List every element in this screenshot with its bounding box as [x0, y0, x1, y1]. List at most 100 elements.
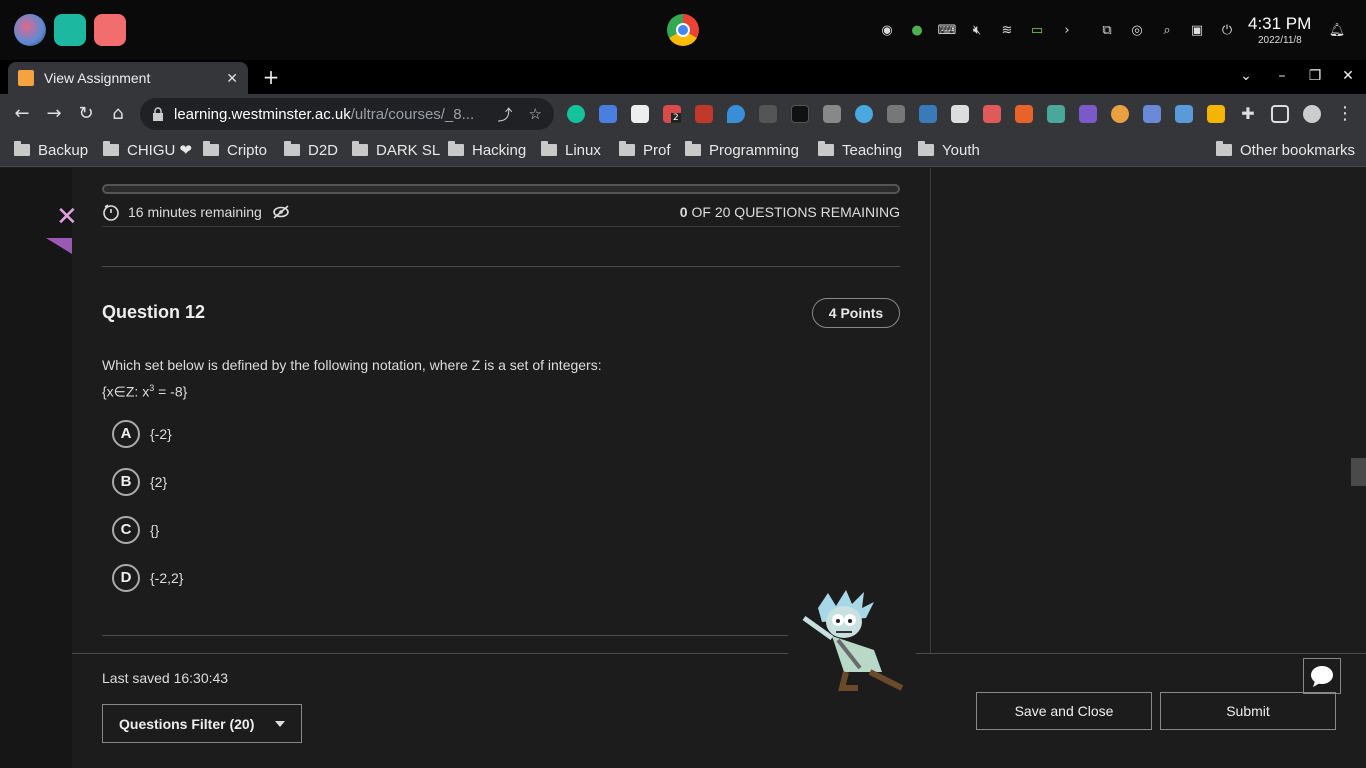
- mute-icon[interactable]: 🔇︎: [966, 20, 988, 40]
- os-top-bar: ◉ ● ⌨ 🔇︎ ≋ ▭ › ⧉ ◎ ⌕ ▣ ⏻ 4:31 PM 2022/11…: [0, 0, 1366, 60]
- bookmark-chigu[interactable]: CHIGU ❤: [103, 140, 192, 160]
- lock-icon: [153, 107, 163, 121]
- scrollbar-thumb[interactable]: [1351, 458, 1366, 486]
- remaining-count: 0: [679, 204, 688, 220]
- folder-icon: [103, 141, 119, 156]
- chevron-down-icon[interactable]: ⌄: [1236, 68, 1256, 86]
- location-pin-icon[interactable]: [727, 105, 745, 123]
- pencil-icon: [18, 70, 34, 86]
- chrome-tray-icon[interactable]: ●: [906, 20, 928, 40]
- bookmarks-bar: Backup CHIGU ❤ Cripto D2D DARK SL Hackin…: [0, 134, 1366, 167]
- answer-option-c[interactable]: C {}: [112, 516, 159, 544]
- progress-bar: [102, 184, 900, 194]
- translate-icon[interactable]: [599, 105, 617, 123]
- bookmark-hacking[interactable]: Hacking: [448, 140, 526, 160]
- folder-icon: [541, 141, 557, 156]
- clock-time[interactable]: 4:31 PM: [1248, 14, 1311, 34]
- close-icon[interactable]: ✕: [226, 70, 238, 87]
- footer-divider: [916, 653, 1366, 654]
- launcher-icon[interactable]: [14, 14, 46, 46]
- power-icon[interactable]: ⏻: [1216, 20, 1238, 40]
- keyboard-layout-icon[interactable]: ▣: [1186, 20, 1208, 40]
- bell-icon[interactable]: 🔔︎: [1326, 20, 1348, 40]
- circles-icon[interactable]: [1207, 105, 1225, 123]
- folder-icon: [284, 141, 300, 156]
- heart-icon[interactable]: [855, 105, 873, 123]
- bookmark-prof[interactable]: Prof: [619, 140, 671, 160]
- folder-icon: [1216, 141, 1232, 156]
- address-bar[interactable]: learning.westminster.ac.uk/ultra/courses…: [140, 98, 554, 130]
- bookmark-d2d[interactable]: D2D: [284, 140, 338, 160]
- bookmark-programming[interactable]: Programming: [685, 140, 799, 160]
- reload-icon[interactable]: ↻: [76, 104, 96, 124]
- back-icon[interactable]: ←: [12, 104, 32, 124]
- hat-icon[interactable]: [759, 105, 777, 123]
- folder-icon: [448, 141, 464, 156]
- profile-avatar[interactable]: [1303, 105, 1321, 123]
- feather-icon[interactable]: [887, 105, 905, 123]
- minimize-icon[interactable]: –: [1272, 68, 1292, 86]
- restore-icon[interactable]: ❐: [1305, 68, 1325, 86]
- owl-icon[interactable]: [1047, 105, 1065, 123]
- bookmark-youth[interactable]: Youth: [918, 140, 980, 160]
- extension-off-icon[interactable]: [1175, 105, 1193, 123]
- questions-filter-dropdown[interactable]: Questions Filter (20): [102, 704, 302, 743]
- eye-hidden-icon[interactable]: [272, 205, 290, 219]
- forward-icon[interactable]: →: [44, 104, 64, 124]
- mask-icon[interactable]: [823, 105, 841, 123]
- sidepanel-icon[interactable]: [1271, 105, 1289, 123]
- app-icon-dashboard[interactable]: [94, 14, 126, 46]
- activity-icon[interactable]: ◎: [1126, 20, 1148, 40]
- submit-button[interactable]: Submit: [1160, 692, 1336, 730]
- url-host: learning.westminster.ac.uk: [174, 105, 351, 123]
- cube-icon[interactable]: [1079, 105, 1097, 123]
- gmail-icon[interactable]: ◉: [876, 20, 898, 40]
- window-close-icon[interactable]: ✕: [1338, 68, 1358, 86]
- chat-button[interactable]: [1303, 658, 1341, 694]
- answer-option-b[interactable]: B {2}: [112, 468, 167, 496]
- bookmark-teaching[interactable]: Teaching: [818, 140, 902, 160]
- search-icon[interactable]: ⌕: [1156, 20, 1178, 40]
- extension-icon-red[interactable]: [695, 105, 713, 123]
- save-and-close-button[interactable]: Save and Close: [976, 692, 1152, 730]
- fox-icon[interactable]: [1015, 105, 1033, 123]
- answer-option-d[interactable]: D {-2,2}: [112, 564, 183, 592]
- glasses-icon[interactable]: [631, 105, 649, 123]
- other-bookmarks[interactable]: Other bookmarks: [1216, 140, 1355, 160]
- star-icon[interactable]: ☆: [529, 105, 542, 123]
- question-line-2: {x∈Z: x3 = -8}: [102, 383, 188, 400]
- wave-icon[interactable]: [919, 105, 937, 123]
- mushroom-icon[interactable]: [1111, 105, 1129, 123]
- tag-icon[interactable]: [983, 105, 1001, 123]
- bookmark-linux[interactable]: Linux: [541, 140, 601, 160]
- keyboard-icon[interactable]: ⌨: [936, 20, 958, 40]
- bookmark-backup[interactable]: Backup: [14, 140, 88, 160]
- option-letter: A: [112, 420, 140, 448]
- battery-icon[interactable]: ▭: [1026, 20, 1048, 40]
- bookmark-dark-sl[interactable]: DARK SL: [352, 140, 440, 160]
- wifi-icon[interactable]: ≋: [996, 20, 1018, 40]
- pen-icon[interactable]: [1143, 105, 1161, 123]
- option-text: {}: [150, 522, 160, 538]
- brush-icon[interactable]: [951, 105, 969, 123]
- chevron-right-icon[interactable]: ›: [1056, 20, 1078, 40]
- extension-icon-dark[interactable]: [791, 105, 809, 123]
- new-tab-button[interactable]: +: [260, 66, 282, 88]
- chrome-icon[interactable]: [667, 14, 699, 46]
- puzzle-icon[interactable]: ✚: [1239, 105, 1257, 123]
- folder-icon: [685, 141, 701, 156]
- answer-option-a[interactable]: A {-2}: [112, 420, 172, 448]
- kebab-menu-icon[interactable]: ⋮: [1335, 104, 1355, 124]
- close-panel-icon[interactable]: ✕: [56, 204, 78, 230]
- bookmark-cripto[interactable]: Cripto: [203, 140, 267, 160]
- caret-down-icon: [275, 720, 285, 727]
- share-icon[interactable]: ⤴: [498, 104, 513, 125]
- grammarly-icon[interactable]: [567, 105, 585, 123]
- app-icon-terminal[interactable]: [54, 14, 86, 46]
- option-letter: B: [112, 468, 140, 496]
- screenshot-icon[interactable]: ⧉: [1096, 20, 1118, 40]
- right-panel-border: [930, 168, 931, 653]
- home-icon[interactable]: ⌂: [108, 104, 128, 124]
- tab-view-assignment[interactable]: View Assignment ✕: [8, 62, 248, 94]
- extension-badge-icon[interactable]: 2: [663, 105, 681, 123]
